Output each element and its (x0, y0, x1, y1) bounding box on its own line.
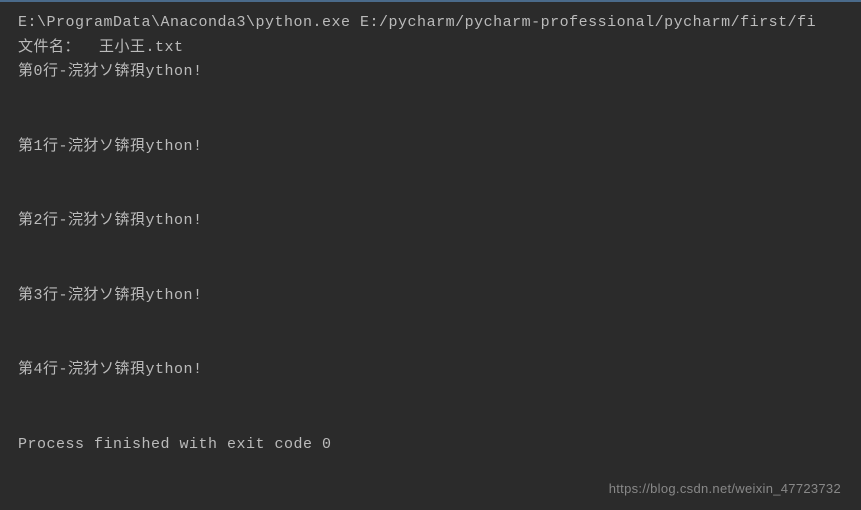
output-line-3: 第3行-浣犲ソ锛孭ython! (18, 285, 843, 308)
filename-output: 文件名： 王小王.txt (18, 37, 843, 60)
blank-line (18, 86, 843, 136)
output-line-4: 第4行-浣犲ソ锛孭ython! (18, 359, 843, 382)
blank-line (18, 160, 843, 210)
output-line-2: 第2行-浣犲ソ锛孭ython! (18, 210, 843, 233)
blank-line (18, 309, 843, 359)
exit-code-message: Process finished with exit code 0 (18, 434, 843, 457)
blank-line (18, 235, 843, 285)
output-line-1: 第1行-浣犲ソ锛孭ython! (18, 136, 843, 159)
output-line-0: 第0行-浣犲ソ锛孭ython! (18, 61, 843, 84)
watermark-text: https://blog.csdn.net/weixin_47723732 (609, 481, 841, 496)
command-line: E:\ProgramData\Anaconda3\python.exe E:/p… (18, 12, 843, 35)
console-output-panel: E:\ProgramData\Anaconda3\python.exe E:/p… (0, 2, 861, 468)
blank-line (18, 384, 843, 434)
